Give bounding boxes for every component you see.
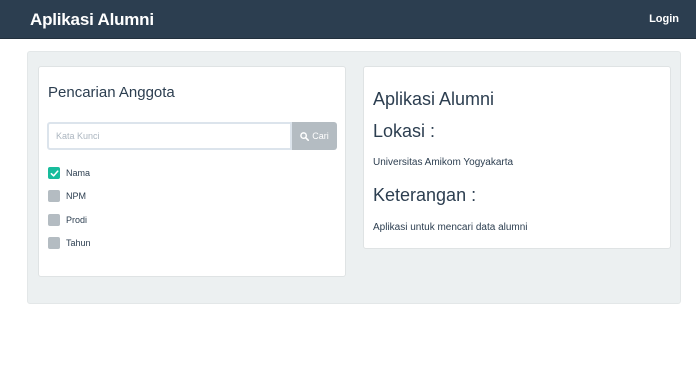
navbar: Aplikasi Alumni Login [0, 0, 696, 39]
search-icon [300, 131, 310, 141]
checkbox-npm[interactable]: NPM [48, 189, 86, 203]
login-link[interactable]: Login [649, 13, 679, 25]
checkbox-tahun[interactable]: Tahun [48, 236, 91, 250]
checkbox-nama[interactable]: Nama [48, 166, 90, 180]
checkbox-checked-icon[interactable] [48, 167, 60, 179]
info-panel: Aplikasi Alumni Lokasi : Universitas Ami… [363, 66, 671, 249]
checkbox-unchecked-icon[interactable] [48, 237, 60, 249]
info-title: Aplikasi Alumni [373, 89, 495, 109]
checkbox-unchecked-icon[interactable] [48, 190, 60, 202]
app-brand[interactable]: Aplikasi Alumni [30, 10, 154, 30]
search-button[interactable]: Cari [292, 122, 337, 150]
location-heading: Lokasi : [373, 121, 436, 141]
description-heading: Keterangan : [373, 185, 477, 205]
search-button-label: Cari [312, 131, 329, 141]
location-text: Universitas Amikom Yogyakarta [373, 157, 514, 168]
checkbox-prodi[interactable]: Prodi [48, 213, 87, 227]
search-input[interactable] [47, 122, 292, 150]
checkbox-label: Prodi [66, 215, 88, 225]
search-panel: Pencarian Anggota Cari Nama NPM Prodi Ta… [38, 66, 346, 277]
checkmark-icon [50, 169, 59, 177]
description-text: Aplikasi untuk mencari data alumni [373, 222, 528, 233]
checkbox-label: Nama [66, 168, 91, 178]
checkbox-unchecked-icon[interactable] [48, 214, 60, 226]
search-panel-title: Pencarian Anggota [48, 84, 175, 101]
checkbox-label: Tahun [66, 238, 91, 248]
checkbox-label: NPM [66, 191, 86, 201]
